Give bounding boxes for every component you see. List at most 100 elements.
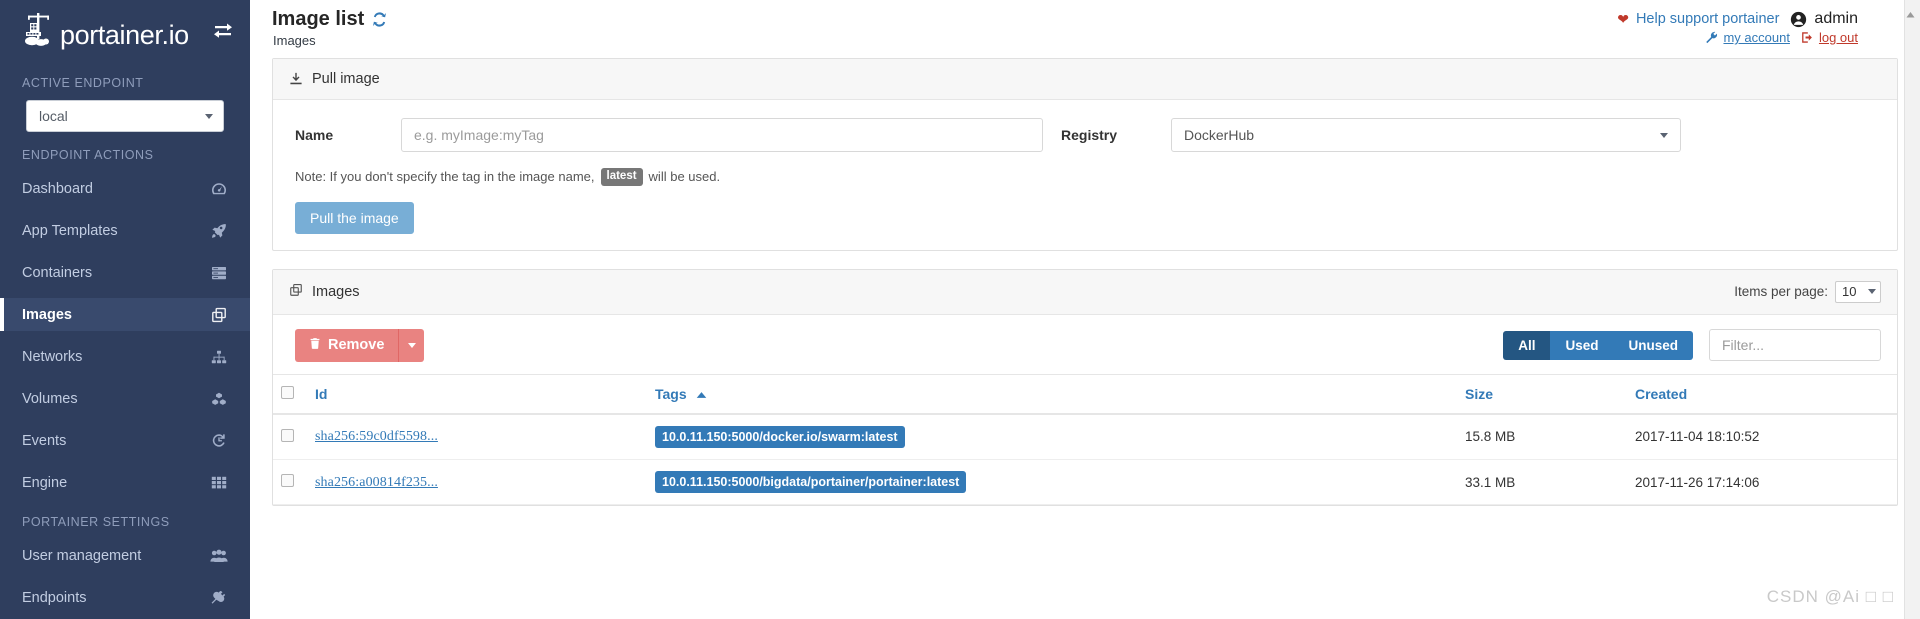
- images-table: Id Tags Size Created sha256:59c0df5598..…: [273, 373, 1897, 506]
- sidebar-item-volumes[interactable]: Volumes: [0, 382, 250, 415]
- items-per-page-value: 10: [1842, 284, 1857, 299]
- rocket-icon: [210, 223, 228, 239]
- select-all-header[interactable]: [273, 373, 307, 415]
- column-header-size[interactable]: Size: [1457, 373, 1627, 415]
- row-tags-cell: 10.0.11.150:5000/docker.io/swarm:latest: [647, 413, 1457, 460]
- page-title: Image list: [272, 8, 387, 31]
- row-select-cell[interactable]: [273, 459, 307, 506]
- server-icon: [210, 265, 228, 281]
- users-icon: [210, 548, 228, 564]
- sidebar-brand[interactable]: portainer.io: [0, 0, 250, 60]
- exchange-icon[interactable]: [210, 17, 236, 43]
- main-area: Image list Images ❤ Help support portain…: [250, 0, 1920, 619]
- images-panel-title: Images: [312, 283, 360, 300]
- note-suffix: will be used.: [648, 169, 721, 185]
- page-header: Image list Images: [266, 8, 387, 48]
- filter-all-button[interactable]: All: [1503, 330, 1551, 360]
- items-per-page-label: Items per page:: [1734, 284, 1828, 299]
- tachometer-icon: [210, 181, 228, 197]
- refresh-icon[interactable]: [372, 12, 387, 27]
- items-per-page: Items per page: 10: [1734, 280, 1881, 303]
- sidebar-item-label: Events: [22, 432, 67, 449]
- row-tags-cell: 10.0.11.150:5000/bigdata/portainer/porta…: [647, 459, 1457, 506]
- row-id-cell: sha256:59c0df5598...: [307, 413, 647, 460]
- row-select-cell[interactable]: [273, 413, 307, 460]
- sidebar-section-portainer-settings: PORTAINER SETTINGS: [22, 515, 170, 529]
- sidebar-item-endpoints[interactable]: Endpoints: [0, 581, 250, 614]
- pull-image-note: Note: If you don't specify the tag in th…: [289, 168, 1881, 186]
- registry-select[interactable]: DockerHub: [1171, 118, 1681, 152]
- filter-used-button[interactable]: Used: [1550, 330, 1614, 360]
- image-id-link[interactable]: sha256:a00814f235...: [315, 475, 438, 490]
- history-icon: [210, 433, 228, 449]
- image-tag-badge[interactable]: 10.0.11.150:5000/bigdata/portainer/porta…: [655, 470, 967, 494]
- chevron-down-icon: [1660, 132, 1668, 138]
- wrench-icon: [1705, 31, 1718, 44]
- sidebar-section-endpoint-actions: ENDPOINT ACTIONS: [22, 148, 154, 162]
- table-row[interactable]: sha256:a00814f235... 10.0.11.150:5000/bi…: [273, 459, 1897, 506]
- image-id-link[interactable]: sha256:59c0df5598...: [315, 429, 438, 444]
- column-header-tags-label: Tags: [655, 385, 687, 402]
- sidebar-item-containers[interactable]: Containers: [0, 256, 250, 289]
- trash-icon: [309, 337, 321, 354]
- column-header-created[interactable]: Created: [1627, 373, 1897, 415]
- endpoint-select-value: local: [39, 108, 68, 124]
- select-all-checkbox[interactable]: [281, 385, 294, 399]
- portainer-logo: portainer.io: [22, 11, 189, 49]
- sidebar-item-events[interactable]: Events: [0, 424, 250, 457]
- remove-button[interactable]: Remove: [295, 328, 399, 362]
- cubes-icon: [210, 391, 228, 407]
- pull-image-title: Pull image: [312, 71, 380, 87]
- images-panel: Images Items per page: 10 Remove All Use…: [272, 268, 1898, 507]
- sidebar: portainer.io ACTIVE ENDPOINT local ENDPO…: [0, 0, 250, 619]
- pull-the-image-button[interactable]: Pull the image: [295, 201, 414, 234]
- logout-link[interactable]: log out: [1819, 30, 1858, 45]
- page-title-text: Image list: [272, 8, 365, 30]
- items-per-page-select[interactable]: 10: [1835, 280, 1881, 303]
- sidebar-item-label: Dashboard: [22, 180, 93, 197]
- toolbar-right: All Used Unused: [1503, 329, 1881, 361]
- sign-out-icon: [1801, 31, 1814, 44]
- filter-unused-button[interactable]: Unused: [1613, 330, 1693, 360]
- sidebar-item-engine[interactable]: Engine: [0, 466, 250, 499]
- sidebar-item-label: Networks: [22, 348, 83, 365]
- pull-image-panel-header: Pull image: [273, 59, 1897, 100]
- portainer-app: portainer.io ACTIVE ENDPOINT local ENDPO…: [0, 0, 1920, 619]
- topbar: Image list Images ❤ Help support portain…: [250, 0, 1920, 58]
- sidebar-item-networks[interactable]: Networks: [0, 340, 250, 373]
- column-header-tags[interactable]: Tags: [647, 373, 1457, 415]
- table-row[interactable]: sha256:59c0df5598... 10.0.11.150:5000/do…: [273, 413, 1897, 460]
- remove-dropdown-toggle[interactable]: [398, 328, 425, 362]
- clone-icon: [289, 283, 303, 301]
- endpoint-select[interactable]: local: [26, 100, 224, 132]
- sidebar-item-user-management[interactable]: User management: [0, 539, 250, 572]
- help-support-link[interactable]: Help support portainer: [1636, 11, 1779, 27]
- sidebar-item-app-templates[interactable]: App Templates: [0, 214, 250, 247]
- sidebar-item-label: Containers: [22, 264, 93, 281]
- pull-image-form-row: Name Registry DockerHub: [289, 118, 1881, 152]
- row-checkbox[interactable]: [281, 474, 294, 488]
- row-created-cell: 2017-11-04 18:10:52: [1627, 413, 1897, 460]
- sidebar-item-images[interactable]: Images: [0, 298, 250, 331]
- filter-input[interactable]: [1709, 329, 1881, 361]
- image-tag-badge[interactable]: 10.0.11.150:5000/docker.io/swarm:latest: [655, 425, 905, 448]
- sort-asc-icon: [696, 386, 707, 402]
- page-scrollbar-track[interactable]: [1904, 0, 1920, 619]
- username-label: admin: [1814, 10, 1858, 27]
- row-created-cell: 2017-11-26 17:14:06: [1627, 459, 1897, 506]
- my-account-link[interactable]: my account: [1723, 30, 1789, 45]
- scroll-up-arrow-icon[interactable]: [1905, 8, 1916, 19]
- row-checkbox[interactable]: [281, 428, 294, 442]
- column-header-id[interactable]: Id: [307, 373, 647, 415]
- table-header-row: Id Tags Size Created: [273, 373, 1897, 415]
- sidebar-item-dashboard[interactable]: Dashboard: [0, 172, 250, 205]
- chevron-down-icon: [205, 113, 213, 119]
- portainer-whale-icon: [22, 11, 56, 49]
- row-size-cell: 33.1 MB: [1457, 459, 1627, 506]
- sidebar-item-label: Volumes: [22, 390, 78, 407]
- sitemap-icon: [210, 349, 228, 365]
- image-filter-button-group: All Used Unused: [1503, 330, 1693, 360]
- image-name-input[interactable]: [401, 118, 1043, 152]
- images-panel-header: Images Items per page: 10: [273, 269, 1897, 315]
- user-circle-icon: [1790, 11, 1807, 28]
